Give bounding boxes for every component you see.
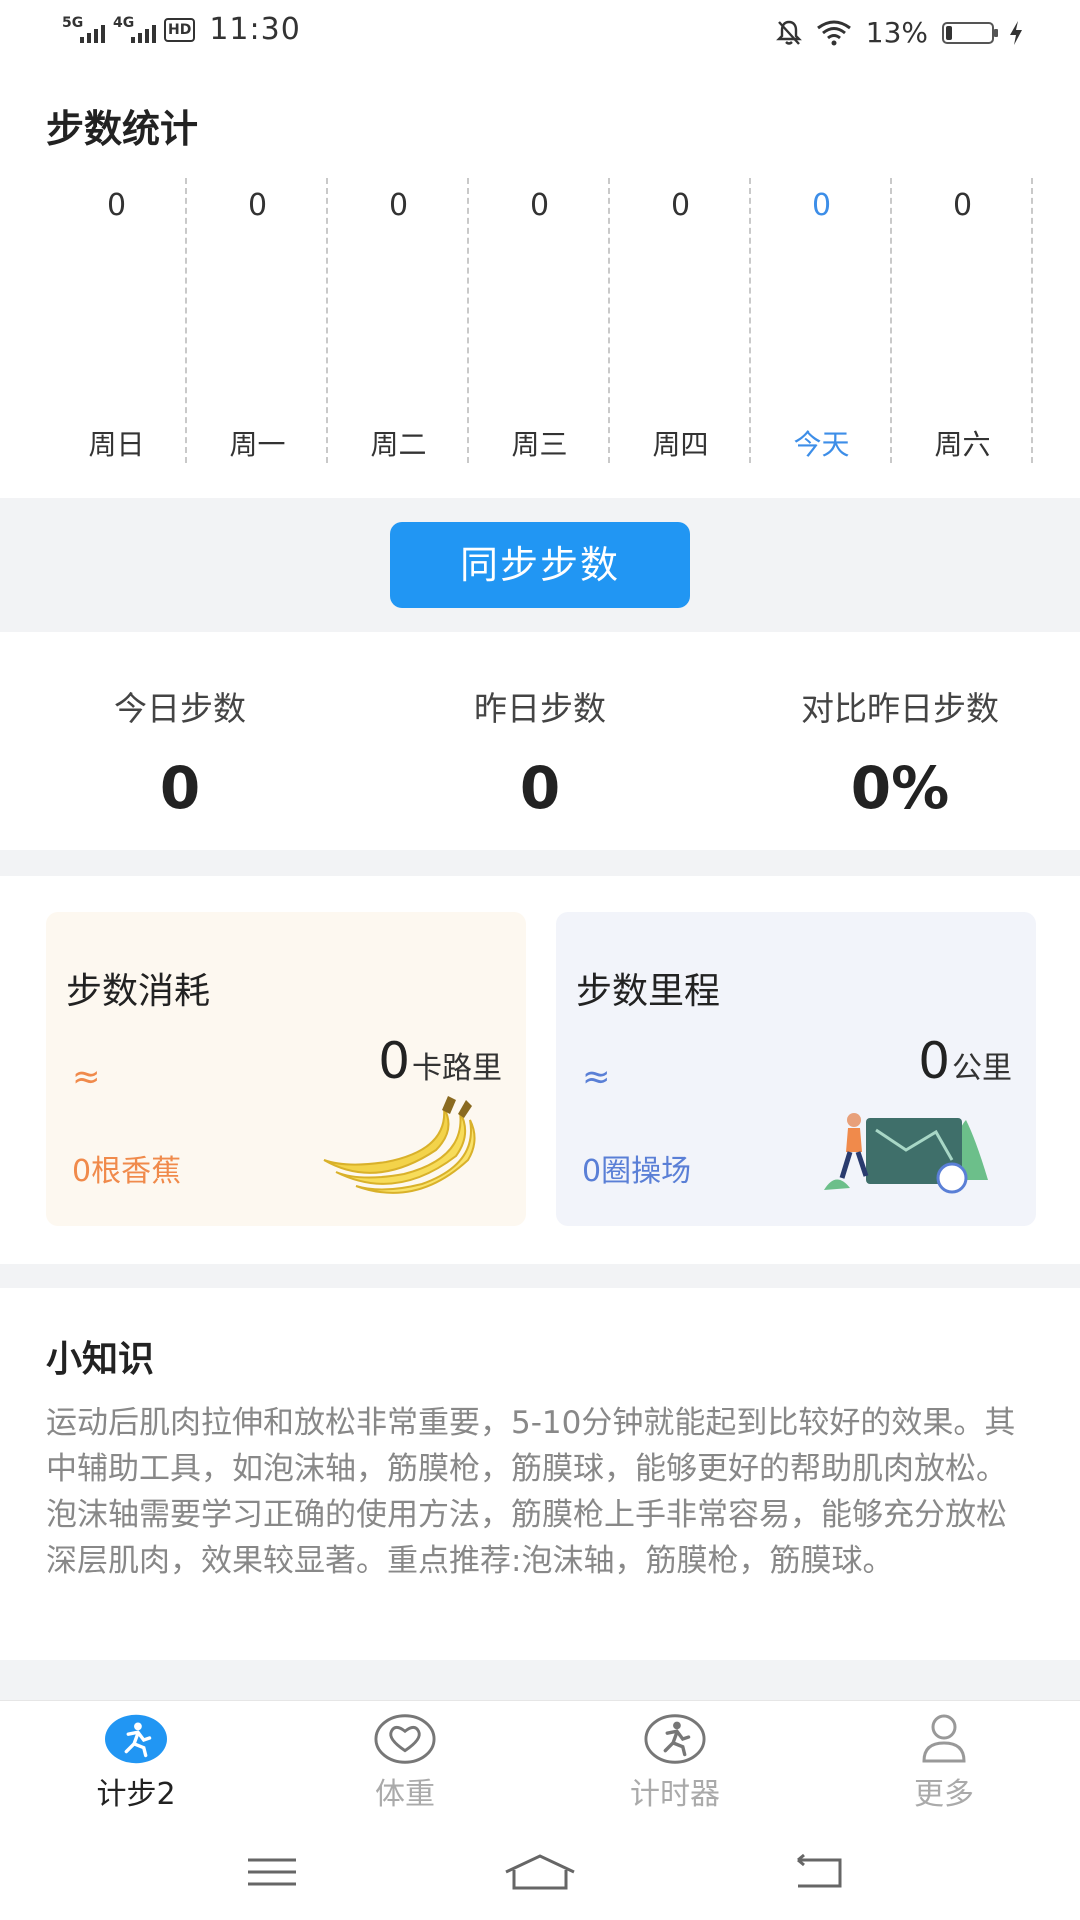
day-column[interactable]: 0 周四	[610, 178, 751, 463]
step-stats: 今日步数 0 昨日步数 0 对比昨日步数 0%	[0, 632, 1080, 850]
status-bar: 5G 4G HD 11:30 13%	[0, 0, 1080, 66]
tab-more[interactable]: 更多	[844, 1713, 1044, 1813]
day-steps-value: 0	[811, 188, 832, 223]
system-nav-bar	[0, 1822, 1080, 1920]
day-steps-value: 0	[247, 188, 268, 223]
tab-steps[interactable]: 计步2	[36, 1713, 236, 1813]
runner-icon	[105, 1714, 167, 1764]
day-column[interactable]: 0 周六	[892, 178, 1033, 463]
approx-symbol: ≈	[582, 1057, 611, 1097]
section-divider	[0, 850, 1080, 876]
cellular-signal-icon: 5G	[62, 15, 105, 43]
menu-icon[interactable]	[242, 1852, 302, 1892]
battery-percentage: 13%	[865, 16, 928, 49]
distance-value: 0 公里	[918, 1032, 1012, 1090]
day-label: 周六	[934, 428, 991, 461]
day-steps-value: 0	[388, 188, 409, 223]
section-divider	[0, 1264, 1080, 1288]
wifi-icon	[816, 20, 851, 45]
day-column[interactable]: 0 周日	[46, 178, 187, 463]
tab-timer[interactable]: 计时器	[575, 1713, 775, 1813]
battery-icon	[942, 21, 998, 44]
approx-symbol: ≈	[72, 1057, 101, 1097]
person-icon	[922, 1714, 966, 1763]
track-laps-equivalent: 0圈操场	[582, 1154, 692, 1189]
day-label: 周一	[229, 428, 286, 461]
charging-icon	[1010, 20, 1022, 45]
stat-value: 0	[519, 754, 561, 822]
stat-compare: 对比昨日步数 0%	[720, 682, 1080, 822]
stat-yesterday: 昨日步数 0	[360, 682, 720, 822]
day-label: 周四	[652, 428, 709, 461]
tab-label: 计时器	[630, 1777, 720, 1812]
cellular-signal-icon-2: 4G	[113, 15, 156, 43]
tab-label: 计步2	[96, 1777, 176, 1812]
day-label: 今天	[793, 428, 850, 461]
status-time: 11:30	[209, 12, 301, 47]
day-column[interactable]: 0 周三	[469, 178, 610, 463]
weekly-steps-chart: 0 周日 0 周一 0 周二 0 周三 0 周四 0 今天 0 周六	[46, 178, 1036, 463]
timer-runner-icon	[644, 1714, 706, 1764]
tips-body: 运动后肌肉拉伸和放松非常重要，5-10分钟就能起到比较好的效果。其中辅助工具，如…	[46, 1405, 1016, 1579]
calories-card[interactable]: 步数消耗 0 卡路里 ≈ 0根香蕉	[46, 912, 526, 1226]
stat-label: 今日步数	[114, 689, 246, 728]
stat-value: 0	[159, 754, 201, 822]
day-label: 周三	[511, 428, 568, 461]
mute-notification-icon	[775, 20, 802, 45]
dashed-divider	[1031, 178, 1033, 463]
day-steps-value: 0	[106, 188, 127, 223]
calories-number: 0	[378, 1032, 410, 1090]
day-column[interactable]: 0 周一	[187, 178, 328, 463]
tips-title: 小知识	[46, 1339, 155, 1380]
calories-value: 0 卡路里	[378, 1032, 502, 1090]
tab-label: 体重	[375, 1777, 435, 1812]
day-label: 周日	[88, 428, 145, 461]
banana-icon	[323, 1096, 476, 1194]
day-label: 周二	[370, 428, 427, 461]
heart-icon	[374, 1714, 436, 1764]
stat-value: 0%	[850, 754, 950, 822]
tab-weight[interactable]: 体重	[305, 1713, 505, 1813]
distance-number: 0	[918, 1032, 950, 1090]
runner-map-icon	[824, 1113, 988, 1194]
page-title: 步数统计	[46, 107, 199, 151]
distance-card[interactable]: 步数里程 0 公里 ≈ 0圈操场	[556, 912, 1036, 1226]
section-divider	[0, 1660, 1080, 1700]
day-column-today[interactable]: 0 今天	[751, 178, 892, 463]
day-column[interactable]: 0 周二	[328, 178, 469, 463]
stat-label: 昨日步数	[474, 689, 606, 728]
banana-equivalent: 0根香蕉	[72, 1154, 182, 1189]
card-title: 步数消耗	[66, 971, 211, 1012]
tab-label: 更多	[914, 1777, 974, 1812]
bottom-tab-bar: 计步2 体重 计时器 更多	[0, 1700, 1080, 1823]
sync-section: 同步步数	[0, 498, 1080, 632]
calories-unit: 卡路里	[412, 1051, 502, 1086]
sync-steps-button[interactable]: 同步步数	[390, 522, 690, 608]
card-title: 步数里程	[576, 971, 721, 1012]
day-steps-value: 0	[952, 188, 973, 223]
hd-voice-icon: HD	[164, 17, 196, 42]
back-icon[interactable]	[790, 1852, 850, 1892]
stat-label: 对比昨日步数	[801, 689, 999, 728]
distance-unit: 公里	[952, 1051, 1012, 1086]
day-steps-value: 0	[670, 188, 691, 223]
home-icon[interactable]	[500, 1852, 580, 1892]
stat-today: 今日步数 0	[0, 682, 360, 822]
day-steps-value: 0	[529, 188, 550, 223]
